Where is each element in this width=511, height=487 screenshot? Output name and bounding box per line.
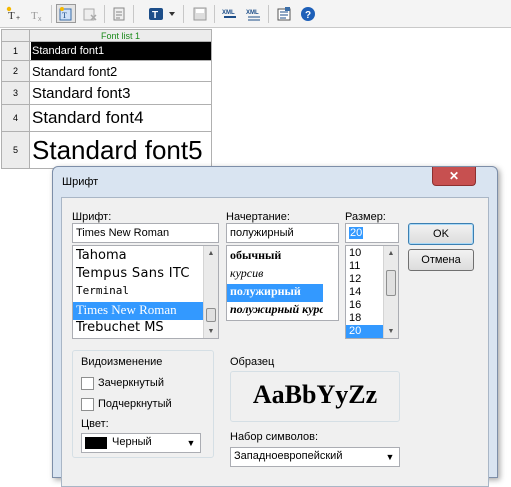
table-row[interactable]: 2 Standard font2 (1, 61, 212, 82)
underline-label[interactable]: Подчеркнутый (98, 398, 172, 410)
svg-text:T: T (8, 10, 15, 22)
row-number[interactable]: 3 (2, 82, 30, 104)
effects-label: Видоизменение (81, 356, 163, 368)
list-item[interactable]: 16 (346, 299, 383, 312)
svg-text:?: ? (305, 10, 311, 21)
chevron-down-icon[interactable] (166, 4, 178, 23)
paste-format-icon[interactable] (109, 4, 129, 23)
font-name-input[interactable]: Times New Roman (72, 223, 219, 243)
list-item[interactable]: 10 (346, 247, 383, 260)
strikeout-label[interactable]: Зачеркнутый (98, 377, 164, 389)
row-number[interactable]: 5 (2, 132, 30, 168)
close-icon: ✕ (448, 169, 460, 183)
table-row[interactable]: 1 Standard font1 (1, 42, 212, 61)
add-font-icon[interactable]: T + (4, 4, 24, 23)
svg-text:XML: XML (222, 10, 235, 16)
table-row[interactable]: 5 Standard font5 (1, 132, 212, 169)
grid-corner[interactable] (2, 30, 30, 42)
font-name-list[interactable]: Tahoma Tempus Sans ITC Terminal Times Ne… (72, 245, 219, 339)
scroll-thumb[interactable] (206, 308, 216, 322)
style-label: Начертание: (226, 211, 290, 223)
scroll-down-icon[interactable]: ▼ (204, 324, 218, 338)
font-size-list[interactable]: 10 11 12 14 16 18 20 ▲ ▼ (345, 245, 399, 339)
row-number[interactable]: 1 (2, 42, 30, 60)
sample-label: Образец (230, 356, 275, 368)
list-item[interactable]: 18 (346, 312, 383, 325)
font-cell[interactable]: Standard font2 (31, 61, 211, 81)
dialog-client: Шрифт: Times New Roman Tahoma Tempus San… (61, 197, 489, 487)
svg-text:+: + (16, 15, 20, 22)
font-list-scrollbar[interactable]: ▲ ▼ (203, 246, 218, 338)
color-label: Цвет: (81, 418, 109, 430)
list-item[interactable]: Tempus Sans ITC (73, 266, 203, 284)
font-style-list[interactable]: обычный курсив полужирный полужирный кур… (226, 245, 339, 321)
list-item[interactable]: 14 (346, 286, 383, 299)
export-xml-icon[interactable]: XML (220, 4, 240, 23)
dialog-titlebar[interactable]: Шрифт ✕ (53, 167, 497, 197)
table-row[interactable]: 3 Standard font3 (1, 82, 212, 105)
close-button[interactable]: ✕ (432, 167, 476, 186)
font-size-value: 20 (349, 227, 364, 239)
strikeout-checkbox[interactable] (81, 377, 94, 390)
chevron-down-icon[interactable]: ▼ (184, 436, 198, 450)
sample-preview: AaBbYyZz (252, 380, 378, 409)
charset-value: Западноевропейский (234, 450, 343, 462)
font-label: Шрифт: (72, 211, 112, 223)
svg-text:T: T (62, 11, 67, 20)
dialog-title: Шрифт (62, 176, 99, 188)
toolbar: T + Tx T T XML XML ? (0, 0, 511, 28)
svg-text:T: T (152, 10, 158, 21)
save-icon[interactable] (190, 4, 210, 23)
list-item[interactable]: полужирный (227, 284, 323, 302)
table-row[interactable]: 4 Standard font4 (1, 105, 212, 132)
font-style-input[interactable]: полужирный (226, 223, 339, 243)
svg-text:XML: XML (246, 10, 259, 16)
clear-format-icon[interactable]: Tx (27, 4, 47, 23)
charset-select[interactable]: Западноевропейский ▼ (230, 447, 400, 467)
font-dialog: Шрифт ✕ Шрифт: Times New Roman Tahoma Te… (52, 166, 498, 487)
font-size-input[interactable]: 20 (345, 223, 399, 243)
help-icon[interactable]: ? (298, 4, 318, 23)
new-list-icon[interactable]: T (56, 4, 76, 23)
color-swatch (85, 437, 107, 449)
properties-icon[interactable] (274, 4, 294, 23)
list-item[interactable]: Trebuchet MS (73, 320, 203, 338)
font-cell[interactable]: Standard font5 (31, 132, 211, 168)
import-xml-icon[interactable]: XML (244, 4, 264, 23)
scroll-up-icon[interactable]: ▲ (204, 246, 218, 260)
list-item[interactable]: Terminal (73, 284, 203, 302)
size-label: Размер: (345, 211, 386, 223)
font-cell[interactable]: Standard font1 (31, 42, 211, 60)
list-item[interactable]: 11 (346, 260, 383, 273)
grid-header: Font list 1 (1, 29, 212, 42)
charset-label: Набор символов: (230, 431, 319, 443)
list-item[interactable]: курсив (227, 266, 323, 284)
list-item[interactable]: Times New Roman (73, 302, 203, 320)
color-value: Черный (112, 436, 152, 448)
row-number[interactable]: 2 (2, 61, 30, 81)
cancel-button[interactable]: Отмена (408, 249, 474, 271)
scroll-thumb[interactable] (386, 270, 396, 296)
ok-button[interactable]: OK (408, 223, 474, 245)
list-item[interactable]: 12 (346, 273, 383, 286)
svg-text:T: T (31, 10, 38, 22)
list-item[interactable]: обычный (227, 248, 323, 266)
font-cell[interactable]: Standard font4 (31, 105, 211, 131)
scroll-down-icon[interactable]: ▼ (384, 324, 398, 338)
svg-text:x: x (38, 16, 42, 22)
column-header-font-list[interactable]: Font list 1 (30, 30, 211, 42)
delete-list-icon[interactable] (80, 4, 100, 23)
list-item[interactable]: 20 (346, 325, 383, 338)
scroll-up-icon[interactable]: ▲ (384, 246, 398, 260)
row-number[interactable]: 4 (2, 105, 30, 131)
text-style-icon[interactable]: T (146, 4, 166, 23)
list-item[interactable]: полужирный курсив (227, 302, 323, 320)
list-item[interactable]: Tahoma (73, 248, 203, 266)
chevron-down-icon[interactable]: ▼ (383, 450, 397, 464)
underline-checkbox[interactable] (81, 398, 94, 411)
color-select[interactable]: Черный ▼ (81, 433, 201, 453)
font-cell[interactable]: Standard font3 (31, 82, 211, 104)
size-list-scrollbar[interactable]: ▲ ▼ (383, 246, 398, 338)
